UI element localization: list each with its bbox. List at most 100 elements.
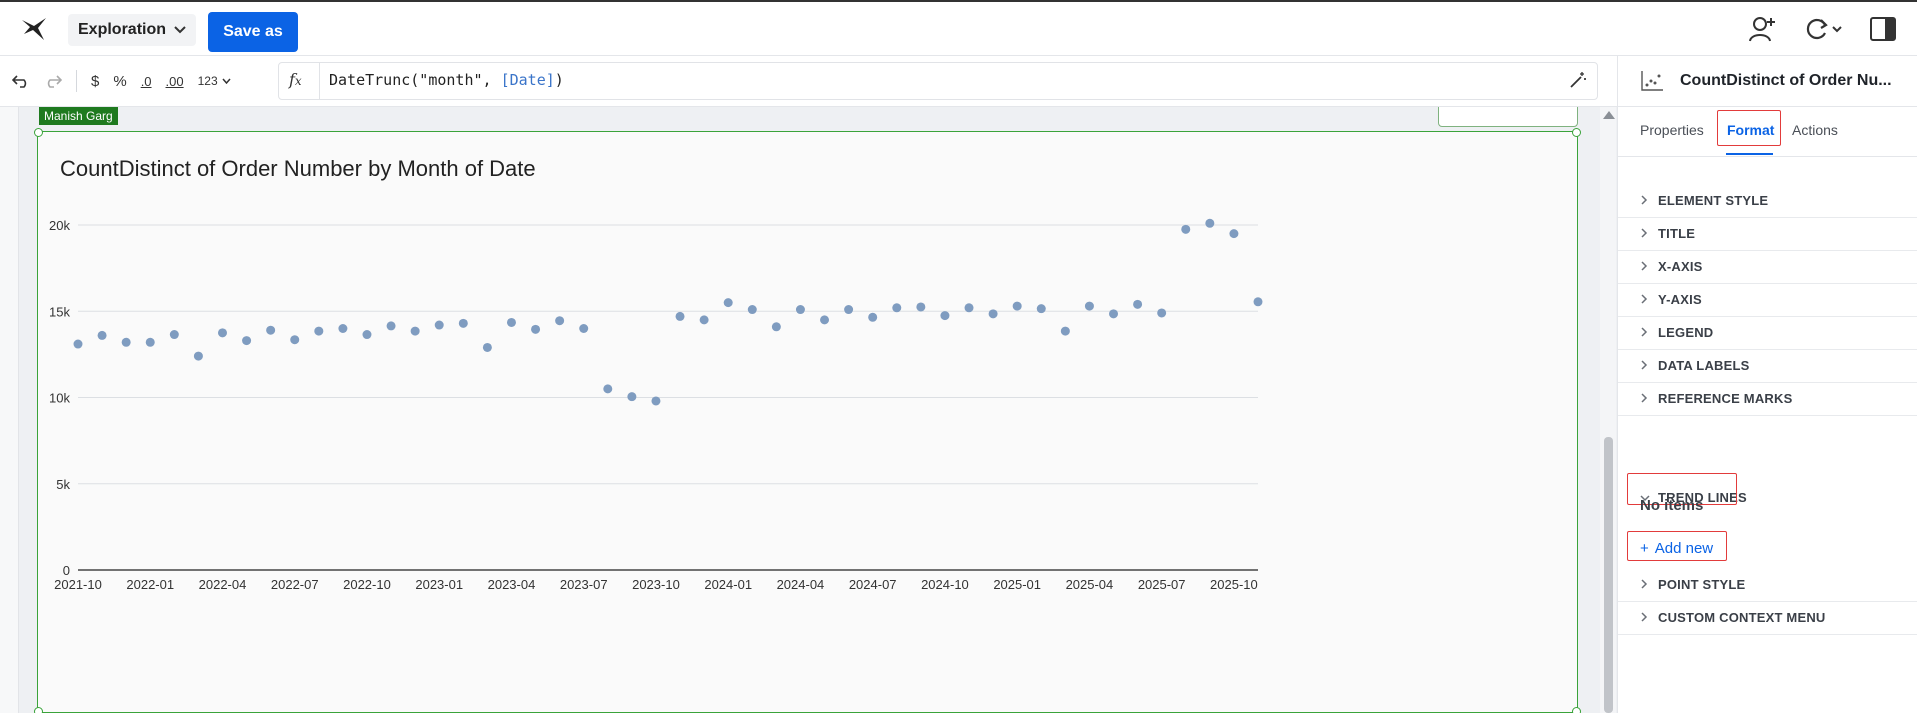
data-point bbox=[193, 351, 203, 361]
data-point bbox=[482, 342, 492, 352]
x-tick-label: 2023-01 bbox=[415, 577, 463, 592]
data-point bbox=[1205, 218, 1215, 228]
data-point bbox=[1133, 299, 1143, 309]
data-point bbox=[73, 339, 83, 349]
tab-actions[interactable]: Actions bbox=[1792, 122, 1838, 138]
chevron-down-icon bbox=[222, 78, 231, 84]
x-tick-label: 2022-07 bbox=[271, 577, 319, 592]
chevron-right-icon bbox=[1640, 611, 1648, 625]
data-point bbox=[844, 305, 854, 315]
x-tick-label: 2025-04 bbox=[1066, 577, 1114, 592]
data-point bbox=[1253, 297, 1263, 307]
section-label: Y-AXIS bbox=[1658, 292, 1702, 307]
section-x-axis[interactable]: X-AXIS bbox=[1618, 250, 1917, 284]
section-title[interactable]: TITLE bbox=[1618, 217, 1917, 251]
data-point bbox=[868, 312, 878, 322]
formula-bar: $ % .0 .00 123 fx DateTrunc("month", [Da… bbox=[0, 56, 1617, 107]
undo-icon[interactable] bbox=[12, 74, 30, 88]
data-point bbox=[121, 337, 131, 347]
workbook-canvas: Manish Garg CountDistinct of Order Numbe… bbox=[0, 107, 1617, 713]
section-element-style[interactable]: ELEMENT STYLE bbox=[1618, 184, 1917, 218]
x-tick-label: 2022-04 bbox=[199, 577, 247, 592]
x-tick-label: 2022-10 bbox=[343, 577, 391, 592]
data-point bbox=[699, 315, 709, 325]
x-tick-label: 2025-01 bbox=[993, 577, 1041, 592]
number-format-label: 123 bbox=[197, 74, 218, 88]
decrease-decimals-button[interactable]: .0 bbox=[141, 74, 152, 89]
formula-divider bbox=[319, 63, 320, 99]
chevron-right-icon bbox=[1640, 260, 1648, 274]
left-ruler bbox=[0, 107, 19, 713]
x-tick-label: 2025-07 bbox=[1138, 577, 1186, 592]
data-point bbox=[362, 330, 372, 340]
percent-format-button[interactable]: % bbox=[113, 73, 126, 90]
formula-input[interactable]: fx DateTrunc("month", [Date]) bbox=[278, 62, 1598, 100]
data-point bbox=[795, 305, 805, 315]
chart-element[interactable]: CountDistinct of Order Number by Month o… bbox=[34, 128, 1581, 713]
function-icon: fx bbox=[289, 70, 302, 89]
section-legend[interactable]: LEGEND bbox=[1618, 316, 1917, 350]
top-bar: Exploration Save as bbox=[0, 0, 1917, 56]
data-point bbox=[940, 311, 950, 321]
section-y-axis[interactable]: Y-AXIS bbox=[1618, 283, 1917, 317]
section-label: DATA LABELS bbox=[1658, 358, 1750, 373]
data-point bbox=[627, 392, 637, 402]
chevron-right-icon bbox=[1640, 392, 1648, 406]
section-point-style[interactable]: POINT STYLE bbox=[1618, 568, 1917, 602]
section-data-labels[interactable]: DATA LABELS bbox=[1618, 349, 1917, 383]
redo-icon[interactable] bbox=[44, 74, 62, 88]
data-point bbox=[603, 384, 613, 394]
data-point bbox=[988, 309, 998, 319]
x-tick-label: 2021-10 bbox=[54, 577, 102, 592]
y-tick-label: 0 bbox=[63, 563, 70, 578]
scroll-up-icon[interactable] bbox=[1603, 111, 1615, 119]
data-point bbox=[820, 315, 830, 325]
x-tick-label: 2023-07 bbox=[560, 577, 608, 592]
data-point bbox=[892, 303, 902, 313]
data-point bbox=[675, 311, 685, 321]
section-label: CUSTOM CONTEXT MENU bbox=[1658, 610, 1826, 625]
data-point bbox=[1157, 308, 1167, 318]
data-point bbox=[1109, 309, 1119, 319]
x-tick-label: 2024-01 bbox=[704, 577, 752, 592]
data-point bbox=[506, 317, 516, 327]
add-user-icon[interactable] bbox=[1749, 16, 1777, 42]
scatter-chart-icon bbox=[1640, 70, 1664, 97]
tab-properties[interactable]: Properties bbox=[1640, 122, 1704, 138]
section-reference-marks[interactable]: REFERENCE MARKS bbox=[1618, 382, 1917, 416]
x-tick-label: 2025-10 bbox=[1210, 577, 1258, 592]
scrollbar-thumb[interactable] bbox=[1604, 437, 1613, 713]
currency-format-button[interactable]: $ bbox=[91, 73, 99, 90]
x-tick-label: 2024-04 bbox=[777, 577, 825, 592]
data-point bbox=[1229, 229, 1239, 239]
data-point bbox=[555, 316, 565, 326]
data-point bbox=[747, 305, 757, 315]
x-tick-label: 2024-07 bbox=[849, 577, 897, 592]
app-logo-icon[interactable] bbox=[20, 16, 50, 42]
section-label: X-AXIS bbox=[1658, 259, 1703, 274]
y-tick-label: 20k bbox=[49, 218, 70, 233]
data-point bbox=[1084, 301, 1094, 311]
save-as-button[interactable]: Save as bbox=[208, 12, 298, 52]
element-mini-toolbar[interactable] bbox=[1438, 107, 1578, 127]
magic-wand-icon[interactable] bbox=[1569, 71, 1587, 94]
refresh-icon[interactable] bbox=[1803, 16, 1843, 42]
data-point bbox=[771, 322, 781, 332]
data-point bbox=[434, 320, 444, 330]
data-point bbox=[723, 298, 733, 308]
mode-dropdown[interactable]: Exploration bbox=[68, 14, 197, 46]
data-point bbox=[266, 325, 276, 335]
number-format-dropdown[interactable]: 123 bbox=[198, 74, 231, 88]
section-custom-context-menu[interactable]: CUSTOM CONTEXT MENU bbox=[1618, 601, 1917, 635]
panel-header: CountDistinct of Order Nu... bbox=[1618, 56, 1917, 107]
increase-decimals-button[interactable]: .00 bbox=[166, 74, 184, 89]
panel-tabs: Properties Format Actions bbox=[1618, 106, 1917, 157]
panel-toggle-icon[interactable] bbox=[1869, 16, 1897, 42]
section-label: POINT STYLE bbox=[1658, 577, 1746, 592]
x-tick-label: 2024-10 bbox=[921, 577, 969, 592]
data-point bbox=[338, 324, 348, 333]
element-title: CountDistinct of Order Nu... bbox=[1680, 72, 1892, 89]
empty-state-text: No items bbox=[1640, 497, 1704, 514]
chevron-down-icon bbox=[174, 21, 186, 39]
section-label: TITLE bbox=[1658, 226, 1696, 241]
